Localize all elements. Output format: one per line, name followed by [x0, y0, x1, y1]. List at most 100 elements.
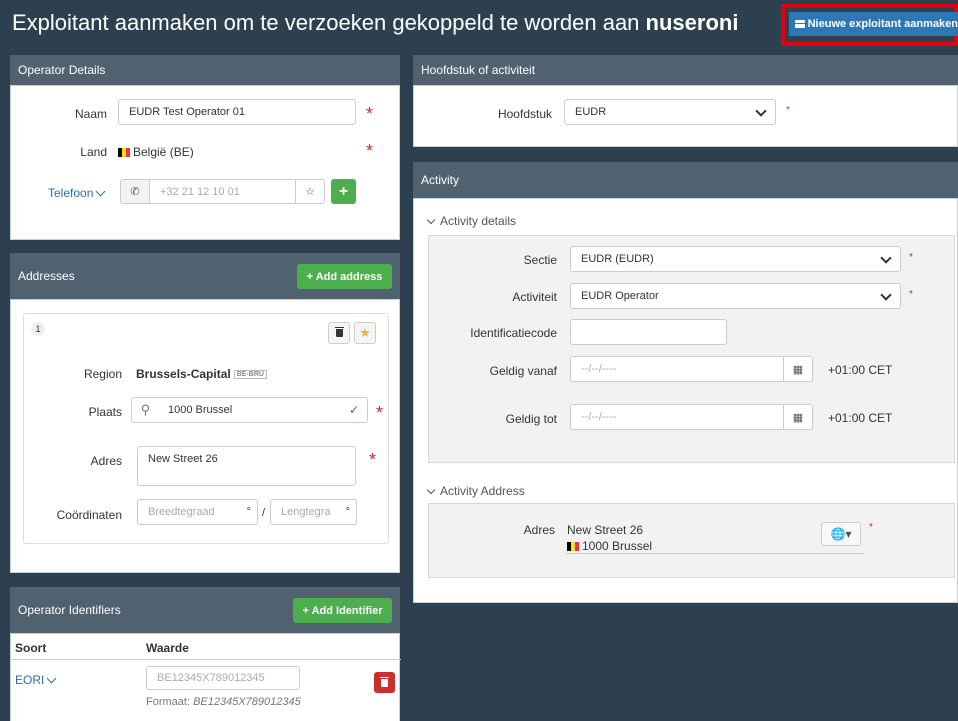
- activity-address-label: Activity Address: [440, 484, 525, 498]
- country-required-mark: *: [366, 141, 374, 161]
- star-icon[interactable]: ☆: [295, 179, 325, 204]
- checkmark-icon: ✓: [348, 403, 359, 417]
- search-icon: ⚲: [131, 397, 159, 423]
- page-title-operator: nuseroni: [645, 10, 739, 35]
- name-input[interactable]: EUDR Test Operator 01: [118, 99, 356, 125]
- column-value-header: Waarde: [146, 641, 189, 655]
- activity-details-section: Sectie EUDR (EUDR) * Activiteit EUDR Ope…: [428, 235, 955, 463]
- latitude-degree: °: [246, 506, 251, 518]
- new-operator-button-label: Nieuwe exploitant aanmaken: [807, 18, 958, 30]
- phone-type-dropdown[interactable]: Telefoon: [48, 186, 106, 200]
- chapter-panel: Hoofdstuk EUDR *: [413, 85, 958, 147]
- place-required-mark: *: [376, 403, 384, 423]
- chevron-down-icon: [46, 673, 57, 684]
- name-label: Naam: [74, 107, 107, 121]
- region-code-badge: BE-BRU: [233, 370, 267, 379]
- activity-address-line2: 1000 Brussel: [567, 539, 652, 553]
- longitude-placeholder: Lengtegra: [281, 506, 331, 518]
- identification-code-label: Identificatiecode: [470, 326, 557, 340]
- identifier-value-input[interactable]: BE12345X789012345: [146, 666, 300, 690]
- chevron-down-icon: [95, 186, 106, 197]
- valid-from-placeholder: --/--/----: [581, 363, 617, 375]
- page-title-text: Exploitant aanmaken om te verzoeken geko…: [12, 10, 640, 35]
- belgium-flag-icon: [118, 148, 130, 157]
- identifier-type-dropdown[interactable]: EORI: [15, 673, 57, 687]
- chapter-title: Hoofdstuk of activiteit: [421, 63, 536, 77]
- activity-address-section: Adres New Street 26 1000 Brussel 🌐▾ *: [428, 503, 955, 578]
- section-value: EUDR (EUDR): [581, 253, 654, 265]
- phone-icon: ✆: [120, 179, 150, 204]
- identifiers-panel: Soort Waarde EORI BE12345X789012345 Form…: [10, 633, 401, 721]
- longitude-input[interactable]: Lengtegra °: [270, 499, 357, 525]
- trash-icon: [380, 676, 389, 687]
- activity-address-toggle[interactable]: Activity Address: [426, 484, 525, 498]
- operator-details-title: Operator Details: [18, 63, 106, 77]
- chevron-down-icon: [880, 252, 892, 264]
- place-input[interactable]: 1000 Brussel ✓: [158, 397, 368, 423]
- region-text: Brussels-Capital: [136, 367, 231, 381]
- activity-title: Activity: [421, 173, 460, 187]
- coordinates-separator: /: [262, 507, 266, 519]
- add-phone-button[interactable]: +: [331, 179, 356, 204]
- identifiers-title: Operator Identifiers: [18, 603, 121, 617]
- identifier-placeholder: BE12345X789012345: [157, 672, 265, 684]
- operator-details-header: Operator Details: [10, 55, 400, 85]
- country-label: Land: [80, 145, 107, 159]
- belgium-flag-icon: [567, 542, 579, 551]
- country-value: België (BE): [118, 145, 194, 159]
- chapter-select[interactable]: EUDR: [564, 99, 776, 125]
- phone-type-label: Telefoon: [48, 186, 94, 200]
- activity-address-city: 1000 Brussel: [582, 539, 653, 553]
- identification-code-input[interactable]: [570, 319, 727, 345]
- column-type-header: Soort: [15, 641, 47, 655]
- addresses-title: Addresses: [18, 269, 75, 283]
- latitude-input[interactable]: Breedtegraad °: [137, 499, 258, 525]
- chapter-header: Hoofdstuk of activiteit: [413, 55, 958, 85]
- valid-from-timezone: +01:00 CET: [828, 363, 893, 377]
- phone-placeholder: +32 21 12 10 01: [160, 185, 240, 198]
- addresses-panel: 1 ★ Region Brussels-Capital BE-BRU Plaats…: [10, 299, 400, 573]
- valid-from-label: Geldig vanaf: [489, 364, 557, 378]
- region-label: Region: [83, 367, 122, 381]
- section-select[interactable]: EUDR (EUDR): [570, 246, 901, 272]
- phone-input[interactable]: +32 21 12 10 01: [149, 179, 296, 204]
- address-required-mark: *: [369, 450, 377, 470]
- valid-to-placeholder: --/--/----: [581, 411, 617, 423]
- format-label: Formaat:: [146, 696, 191, 708]
- delete-identifier-button[interactable]: [374, 672, 395, 693]
- globe-dropdown-button[interactable]: 🌐▾: [821, 522, 861, 546]
- section-required-mark: *: [909, 252, 913, 263]
- delete-address-button[interactable]: [328, 322, 350, 344]
- calendar-icon[interactable]: ▦: [783, 356, 813, 382]
- valid-to-label: Geldig tot: [505, 412, 557, 426]
- country-text: België (BE): [133, 145, 194, 159]
- add-identifier-button[interactable]: + Add Identifier: [293, 598, 392, 623]
- chapter-label: Hoofdstuk: [497, 107, 552, 121]
- address-label: Adres: [90, 454, 122, 468]
- name-required-mark: *: [366, 104, 374, 124]
- activity-address-field-label: Adres: [523, 523, 555, 537]
- activity-header: Activity: [413, 162, 958, 198]
- address-textarea[interactable]: New Street 26: [137, 446, 356, 486]
- new-operator-button[interactable]: Nieuwe exploitant aanmaken: [789, 12, 958, 36]
- section-label: Sectie: [523, 253, 557, 267]
- longitude-degree: °: [345, 506, 350, 518]
- chapter-required-mark: *: [786, 105, 790, 116]
- page-title: Exploitant aanmaken om te verzoeken geko…: [12, 10, 738, 36]
- calendar-icon[interactable]: ▦: [783, 404, 813, 430]
- activity-select[interactable]: EUDR Operator: [570, 283, 901, 309]
- trash-icon: [334, 327, 344, 337]
- chevron-down-icon: [755, 105, 767, 117]
- valid-from-input[interactable]: --/--/----: [570, 356, 784, 382]
- table-divider: [11, 659, 401, 660]
- activity-details-label: Activity details: [440, 214, 517, 228]
- add-identifier-label: + Add Identifier: [302, 604, 383, 617]
- address-underline: [566, 553, 864, 554]
- add-address-button[interactable]: + Add address: [297, 264, 392, 289]
- activity-required-mark: *: [909, 289, 913, 300]
- primary-star-button[interactable]: ★: [354, 322, 376, 344]
- add-address-label: + Add address: [306, 270, 383, 283]
- activity-details-toggle[interactable]: Activity details: [426, 214, 517, 228]
- valid-to-input[interactable]: --/--/----: [570, 404, 784, 430]
- address-value: New Street 26: [148, 453, 218, 465]
